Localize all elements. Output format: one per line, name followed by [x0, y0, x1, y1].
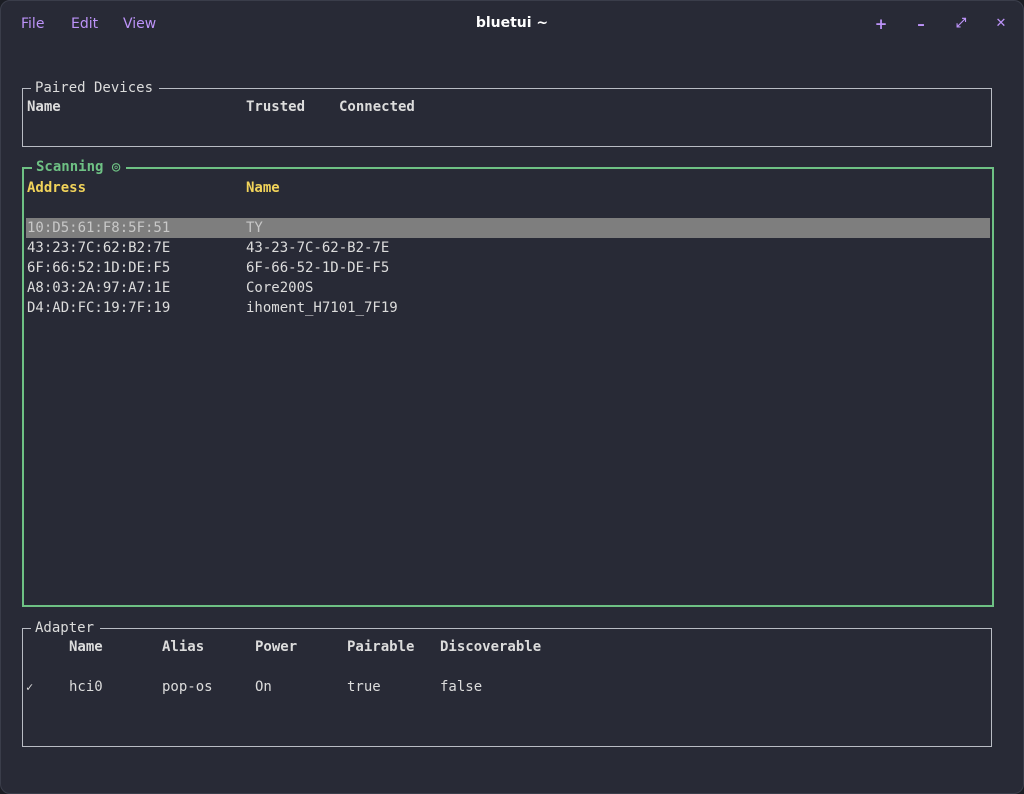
device-name: TY	[246, 220, 263, 236]
selection-highlight	[26, 218, 990, 238]
maximize-icon[interactable]: ⤢	[952, 15, 970, 33]
terminal-area: Paired Devices Name Trusted Connected Sc…	[1, 49, 1023, 793]
window-title: bluetui ~	[475, 15, 549, 31]
scanning-panel[interactable]: Scanning ◎ Address Name 10:D5:61:F8:5F:5…	[22, 158, 994, 607]
adapter-alias: pop-os	[162, 679, 213, 695]
check-icon: ✓	[26, 680, 34, 694]
device-name: 43-23-7C-62-B2-7E	[246, 240, 390, 256]
device-address: A8:03:2A:97:A7:1E	[27, 280, 171, 296]
adapter-pairable: true	[347, 679, 381, 695]
adapter-header-alias: Alias	[162, 639, 205, 655]
device-name: Core200S	[246, 280, 314, 296]
adapter-panel[interactable]: Adapter Name Alias Power Pairable Discov…	[22, 619, 992, 747]
adapter-header-name: Name	[69, 639, 103, 655]
device-name: 6F-66-52-1D-DE-F5	[246, 260, 390, 276]
paired-header-trusted: Trusted	[246, 99, 306, 115]
device-address: D4:AD:FC:19:7F:19	[27, 300, 171, 316]
device-name: ihoment_H7101_7F19	[246, 300, 398, 316]
adapter-discoverable: false	[440, 679, 483, 695]
adapter-name: hci0	[69, 679, 103, 695]
adapter-power: On	[255, 679, 272, 695]
minimize-icon[interactable]: –	[912, 15, 930, 33]
close-icon[interactable]: ✕	[992, 15, 1010, 33]
terminal-window: File Edit View bluetui ~ + – ⤢ ✕ Paired …	[0, 0, 1024, 794]
scan-header-address: Address	[27, 180, 87, 196]
adapter-header-discoverable: Discoverable	[440, 639, 542, 655]
paired-devices-title: Paired Devices	[31, 79, 160, 97]
title-bar: File Edit View bluetui ~ + – ⤢ ✕	[1, 1, 1023, 49]
scanning-title: Scanning ◎	[32, 158, 127, 176]
adapter-title: Adapter	[31, 619, 101, 637]
paired-header-connected: Connected	[339, 99, 415, 115]
new-tab-icon[interactable]: +	[872, 15, 890, 33]
device-address: 10:D5:61:F8:5F:51	[27, 220, 171, 236]
device-address: 6F:66:52:1D:DE:F5	[27, 260, 171, 276]
adapter-header-power: Power	[255, 639, 298, 655]
paired-header-name: Name	[27, 99, 61, 115]
paired-devices-panel[interactable]: Paired Devices Name Trusted Connected	[22, 79, 992, 147]
device-address: 43:23:7C:62:B2:7E	[27, 240, 171, 256]
adapter-header-pairable: Pairable	[347, 639, 415, 655]
scan-header-name: Name	[246, 180, 280, 196]
